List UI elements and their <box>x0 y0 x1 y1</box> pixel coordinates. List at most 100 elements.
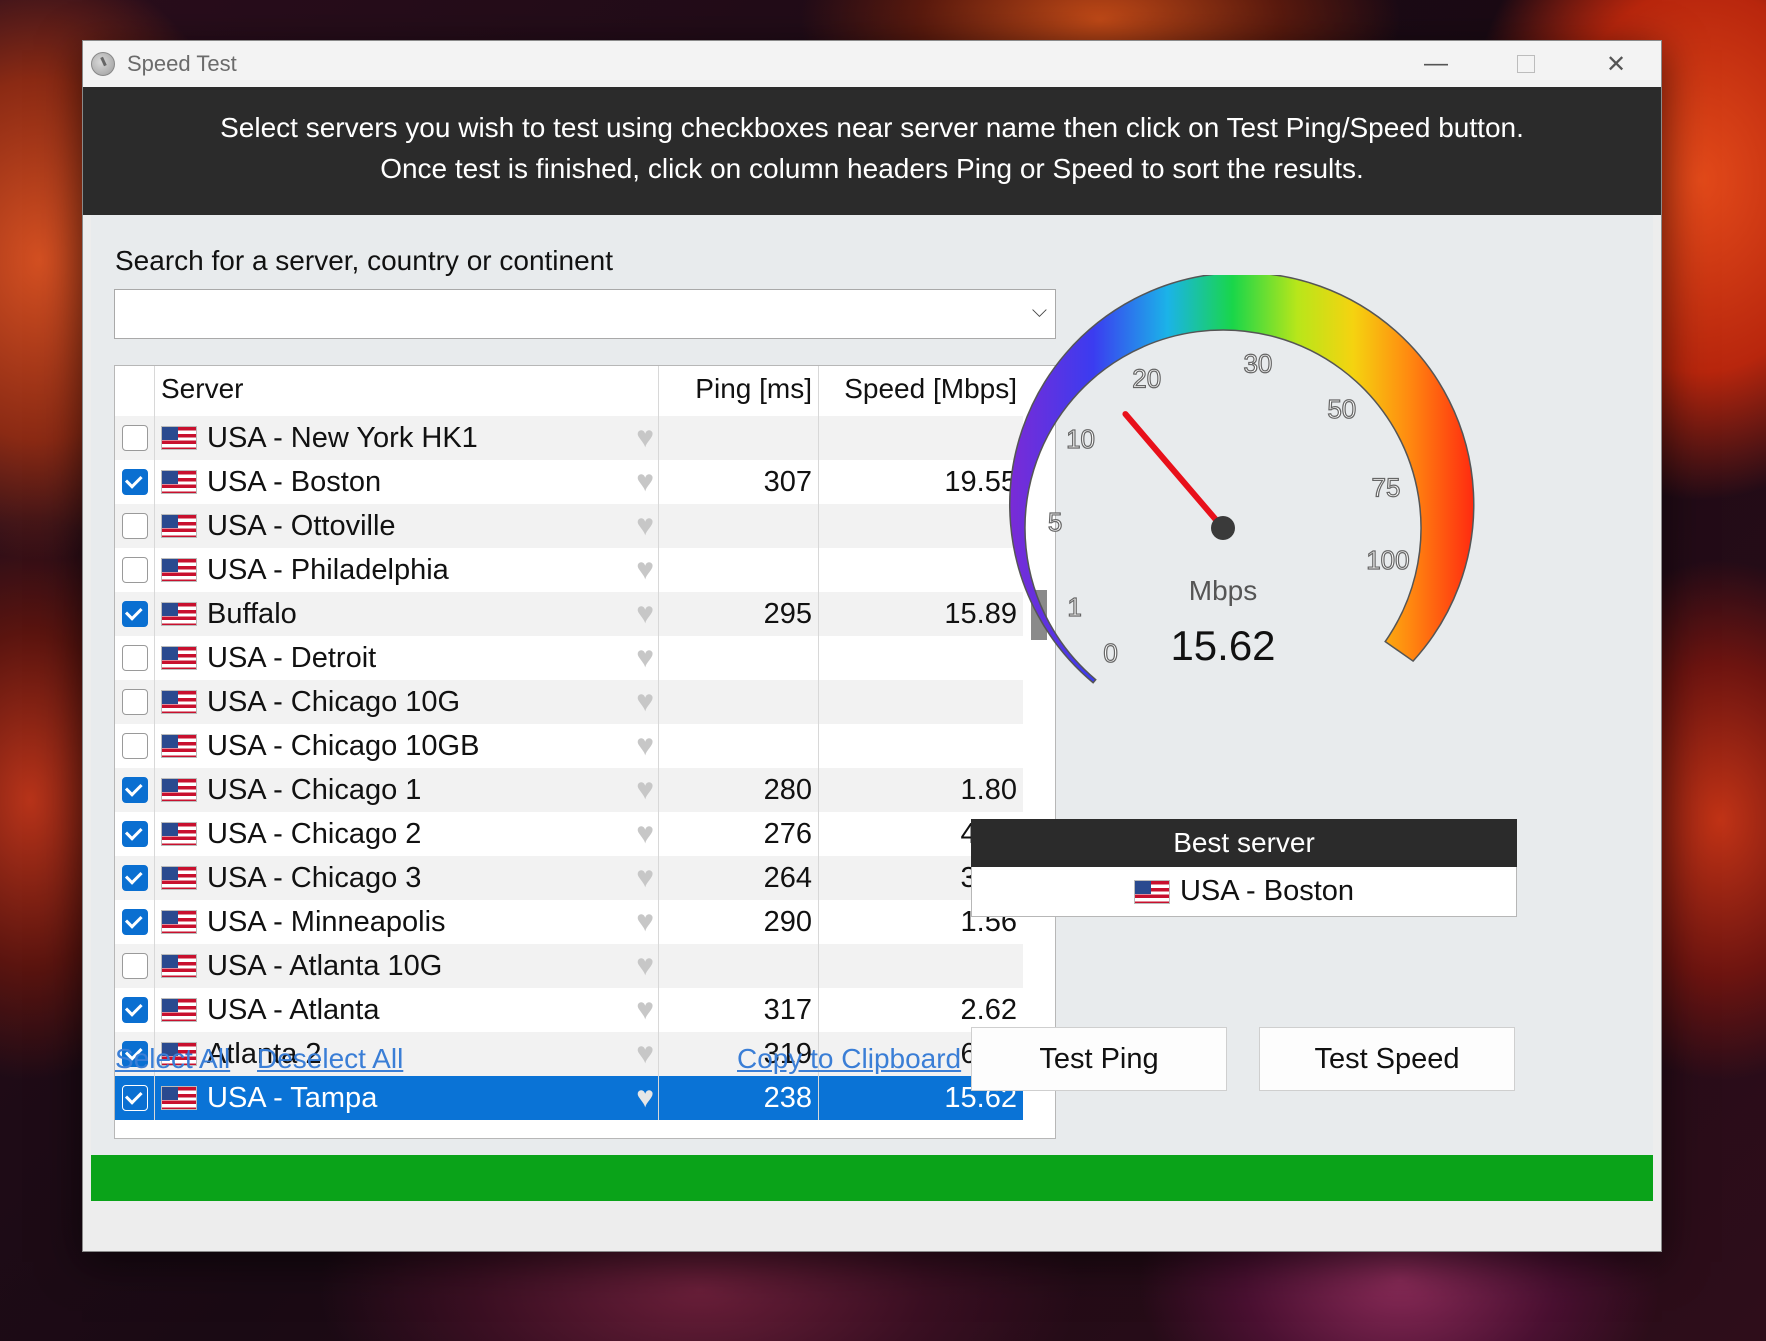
row-checkbox-cell <box>115 988 155 1032</box>
ping-cell <box>659 416 819 460</box>
ping-cell: 307 <box>659 460 819 504</box>
heart-icon[interactable]: ♥ <box>636 599 654 629</box>
table-row[interactable]: USA - Atlanta ♥ 317 2.62 <box>115 988 1023 1032</box>
title-bar[interactable]: Speed Test — ✕ <box>83 41 1661 87</box>
row-checkbox[interactable] <box>121 777 148 803</box>
row-checkbox[interactable] <box>121 953 148 979</box>
row-checkbox-cell <box>115 812 155 856</box>
heart-icon[interactable]: ♥ <box>636 555 654 585</box>
test-speed-button[interactable]: Test Speed <box>1259 1027 1515 1091</box>
minimize-button[interactable]: — <box>1391 41 1481 87</box>
heart-icon[interactable]: ♥ <box>636 1083 654 1113</box>
heart-icon[interactable]: ♥ <box>636 1039 654 1069</box>
server-name: USA - Atlanta 10G <box>207 949 443 982</box>
speed-test-window: Speed Test — ✕ Select servers you wish t… <box>82 40 1662 1252</box>
speed-cell: 1.80 <box>960 773 1017 806</box>
select-all-link[interactable]: Select All <box>115 1043 230 1075</box>
search-input[interactable] <box>115 290 1015 336</box>
server-cell: USA - Boston ♥ <box>155 460 659 504</box>
server-name: USA - Chicago 1 <box>207 773 422 806</box>
us-flag-icon <box>161 778 197 802</box>
table-row[interactable]: USA - New York HK1 ♥ <box>115 416 1023 460</box>
search-combobox[interactable]: ⌵ <box>114 289 1056 339</box>
column-header-ping[interactable]: Ping [ms] <box>659 366 819 410</box>
table-row[interactable]: USA - Chicago 10G ♥ <box>115 680 1023 724</box>
deselect-all-link[interactable]: Deselect All <box>257 1043 403 1075</box>
table-row[interactable]: USA - Atlanta 10G ♥ <box>115 944 1023 988</box>
table-body: USA - New York 4♥USA - New York HK1♥USA … <box>115 372 1023 1120</box>
us-flag-icon <box>161 602 197 626</box>
row-checkbox[interactable] <box>121 733 148 759</box>
row-checkbox[interactable] <box>121 425 148 451</box>
row-checkbox[interactable] <box>121 997 148 1023</box>
ping-cell <box>659 504 819 548</box>
row-checkbox[interactable] <box>121 909 148 935</box>
heart-icon[interactable]: ♥ <box>636 423 654 453</box>
header-checkbox-column <box>115 366 155 410</box>
copy-to-clipboard-link[interactable]: Copy to Clipboard <box>737 1043 961 1075</box>
table-row[interactable]: USA - Philadelphia ♥ <box>115 548 1023 592</box>
row-checkbox[interactable] <box>121 689 148 715</box>
heart-icon[interactable]: ♥ <box>636 951 654 981</box>
heart-icon[interactable]: ♥ <box>636 643 654 673</box>
heart-icon[interactable]: ♥ <box>636 467 654 497</box>
server-name: USA - Chicago 10GB <box>207 729 480 762</box>
table-row[interactable]: USA - Chicago 2♥2764.24 <box>115 812 1023 856</box>
row-checkbox[interactable] <box>121 645 148 671</box>
ping-cell: 317 <box>659 988 819 1032</box>
heart-icon[interactable]: ♥ <box>636 687 654 717</box>
row-checkbox[interactable] <box>121 1085 148 1111</box>
server-name: USA - Chicago 10G <box>207 685 461 718</box>
column-header-server[interactable]: Server <box>155 366 659 410</box>
column-header-speed[interactable]: Speed [Mbps] <box>819 366 1023 410</box>
row-checkbox[interactable] <box>121 557 148 583</box>
best-server-name: USA - Boston <box>1179 875 1355 907</box>
table-row[interactable]: USA - Tampa ♥ 238 15.62 <box>115 1076 1023 1120</box>
row-checkbox-cell <box>115 592 155 636</box>
server-name: USA - Atlanta <box>207 993 380 1026</box>
heart-icon[interactable]: ♥ <box>636 863 654 893</box>
table-row[interactable]: USA - Boston ♥ 307 19.55 <box>115 460 1023 504</box>
row-checkbox-cell <box>115 768 155 812</box>
server-name: USA - Ottoville <box>207 509 396 542</box>
maximize-icon <box>1517 55 1535 73</box>
row-checkbox-cell <box>115 460 155 504</box>
gauge-tick-label: 5 <box>1048 507 1062 537</box>
ping-cell: 295 <box>659 592 819 636</box>
us-flag-icon <box>161 470 197 494</box>
close-button[interactable]: ✕ <box>1571 41 1661 87</box>
table-row[interactable]: USA - Ottoville ♥ <box>115 504 1023 548</box>
table-row[interactable]: USA - Chicago 1 ♥ 280 1.80 <box>115 768 1023 812</box>
heart-icon[interactable]: ♥ <box>636 775 654 805</box>
table-row[interactable]: USA - Chicago 3♥2643.91 <box>115 856 1023 900</box>
heart-icon[interactable]: ♥ <box>636 511 654 541</box>
ping-cell: 264 <box>659 856 819 900</box>
gauge-tick-label: 75 <box>1372 472 1401 502</box>
server-table: Server Ping [ms] Speed [Mbps] USA - New … <box>114 365 1056 1139</box>
heart-icon[interactable]: ♥ <box>636 907 654 937</box>
server-cell: USA - Atlanta ♥ <box>155 988 659 1032</box>
row-checkbox[interactable] <box>121 601 148 627</box>
heart-icon[interactable]: ♥ <box>636 995 654 1025</box>
server-cell: USA - Tampa ♥ <box>155 1076 659 1120</box>
table-row[interactable]: USA - Chicago 10GB ♥ <box>115 724 1023 768</box>
us-flag-icon <box>161 690 197 714</box>
ping-cell <box>659 680 819 724</box>
row-checkbox[interactable] <box>121 821 148 847</box>
row-checkbox[interactable] <box>121 865 148 891</box>
server-cell: USA - Chicago 3 ♥ <box>155 856 659 900</box>
heart-icon[interactable]: ♥ <box>636 731 654 761</box>
table-row[interactable]: Buffalo ♥ 295 15.89 <box>115 592 1023 636</box>
table-row[interactable]: USA - Minneapolis ♥ 290 1.56 <box>115 900 1023 944</box>
test-ping-button[interactable]: Test Ping <box>971 1027 1227 1091</box>
table-row[interactable]: USA - Detroit ♥ <box>115 636 1023 680</box>
row-checkbox[interactable] <box>121 513 148 539</box>
heart-icon[interactable]: ♥ <box>636 819 654 849</box>
row-checkbox[interactable] <box>121 469 148 495</box>
row-checkbox-cell <box>115 504 155 548</box>
us-flag-icon <box>161 822 197 846</box>
row-checkbox-cell <box>115 1076 155 1120</box>
gauge-value: 15.62 <box>1170 622 1275 669</box>
us-flag-icon <box>161 910 197 934</box>
maximize-button[interactable] <box>1481 41 1571 87</box>
